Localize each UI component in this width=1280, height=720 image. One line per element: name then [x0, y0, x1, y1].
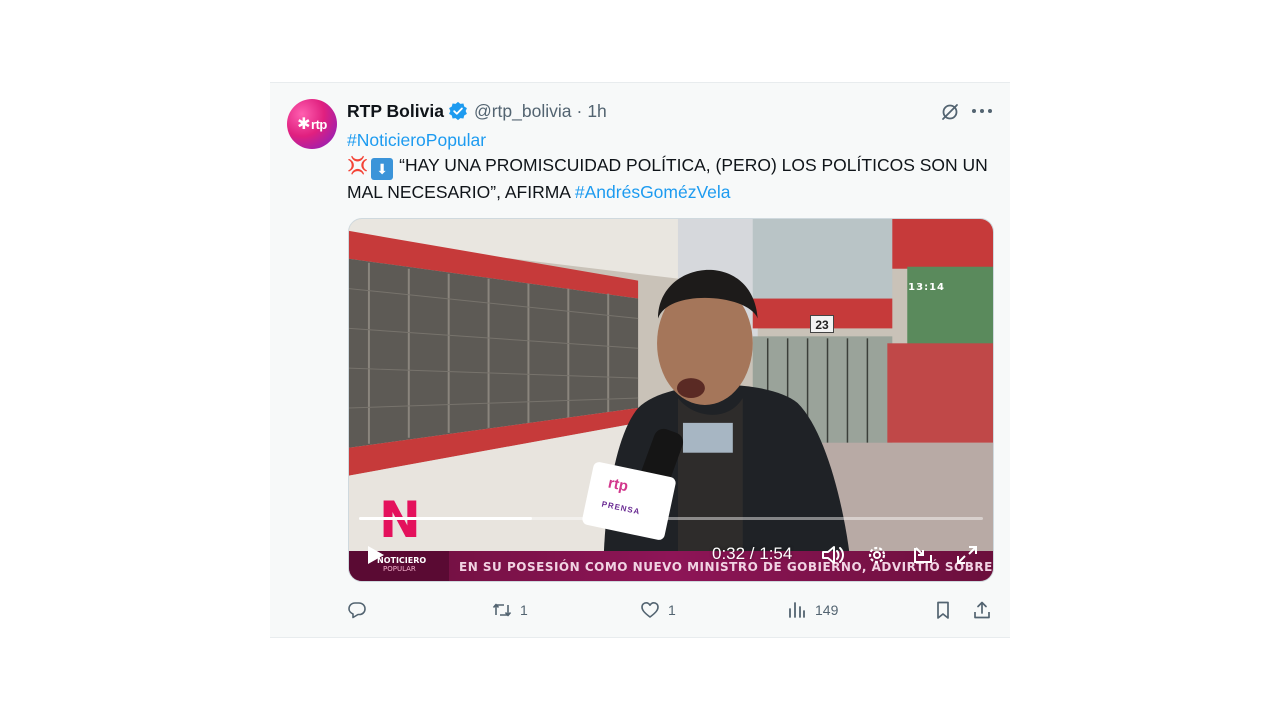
overlay-clock: 13:14 — [908, 282, 945, 293]
tweet-card[interactable]: ✱ rtp RTP Bolivia @rtp_bolivia · 1h #Not… — [270, 82, 1010, 638]
mic-brand: rtp — [606, 474, 630, 496]
like-icon — [641, 602, 659, 618]
video-progress-bar[interactable] — [359, 517, 983, 520]
video-progress-fill — [359, 517, 532, 520]
header-separator: · — [576, 100, 583, 121]
views-icon — [789, 602, 805, 618]
anger-emoji-icon: 💢 — [347, 156, 369, 175]
share-icon — [974, 601, 990, 619]
video-frame — [349, 219, 993, 581]
tweet-text: #NoticieroPopular 💢 ⬇ “HAY UNA PROMISCUIDA… — [347, 128, 997, 205]
news-ticker: EN SU POSESIÓN COMO NUEVO MINISTRO DE GO… — [349, 551, 993, 581]
repost-icon — [492, 603, 512, 617]
down-arrow-emoji-icon: ⬇ — [371, 158, 394, 180]
views-button[interactable]: 149 — [787, 598, 838, 622]
settings-gear-icon[interactable] — [865, 544, 889, 566]
share-button[interactable] — [972, 598, 992, 622]
tweet-header: RTP Bolivia @rtp_bolivia · 1h — [347, 100, 607, 122]
gate-number-sign: 23 — [810, 315, 834, 333]
like-count: 1 — [668, 602, 676, 618]
program-sublabel: POPULAR — [383, 565, 416, 573]
rtp-logo-icon: ✱ — [297, 116, 311, 133]
play-icon[interactable] — [367, 545, 385, 565]
tweet-timestamp[interactable]: 1h — [587, 101, 606, 122]
hashtag-link[interactable]: #AndrésGomézVela — [575, 182, 731, 202]
volume-icon[interactable] — [821, 544, 845, 566]
picture-in-picture-icon[interactable] — [911, 544, 935, 566]
channel-logo: N — [379, 491, 421, 549]
bookmark-icon — [937, 601, 949, 619]
video-player[interactable]: 13:14 23 rtp PRENSA EN SU POSESIÓN COMO … — [348, 218, 994, 582]
repost-button[interactable]: 1 — [492, 598, 528, 622]
mic-label: PRENSA — [600, 499, 642, 517]
author-avatar[interactable]: ✱ rtp — [287, 99, 337, 149]
fullscreen-icon[interactable] — [955, 544, 979, 566]
views-count: 149 — [815, 602, 839, 618]
bookmark-button[interactable] — [933, 598, 953, 622]
reply-button[interactable] — [347, 598, 375, 622]
hashtag-link[interactable]: #NoticieroPopular — [347, 130, 486, 150]
verified-badge-icon — [449, 101, 467, 121]
video-time-readout: 0:32 / 1:54 — [712, 544, 793, 563]
reply-icon — [348, 602, 366, 619]
repost-count: 1 — [520, 602, 528, 618]
avatar-text: rtp — [311, 116, 327, 132]
tweet-actions: 1 1 149 — [347, 598, 997, 622]
grok-icon[interactable] — [940, 102, 960, 122]
like-button[interactable]: 1 — [640, 598, 676, 622]
author-name[interactable]: RTP Bolivia — [347, 101, 444, 122]
more-icon[interactable] — [972, 109, 992, 115]
author-handle[interactable]: @rtp_bolivia — [474, 101, 572, 122]
